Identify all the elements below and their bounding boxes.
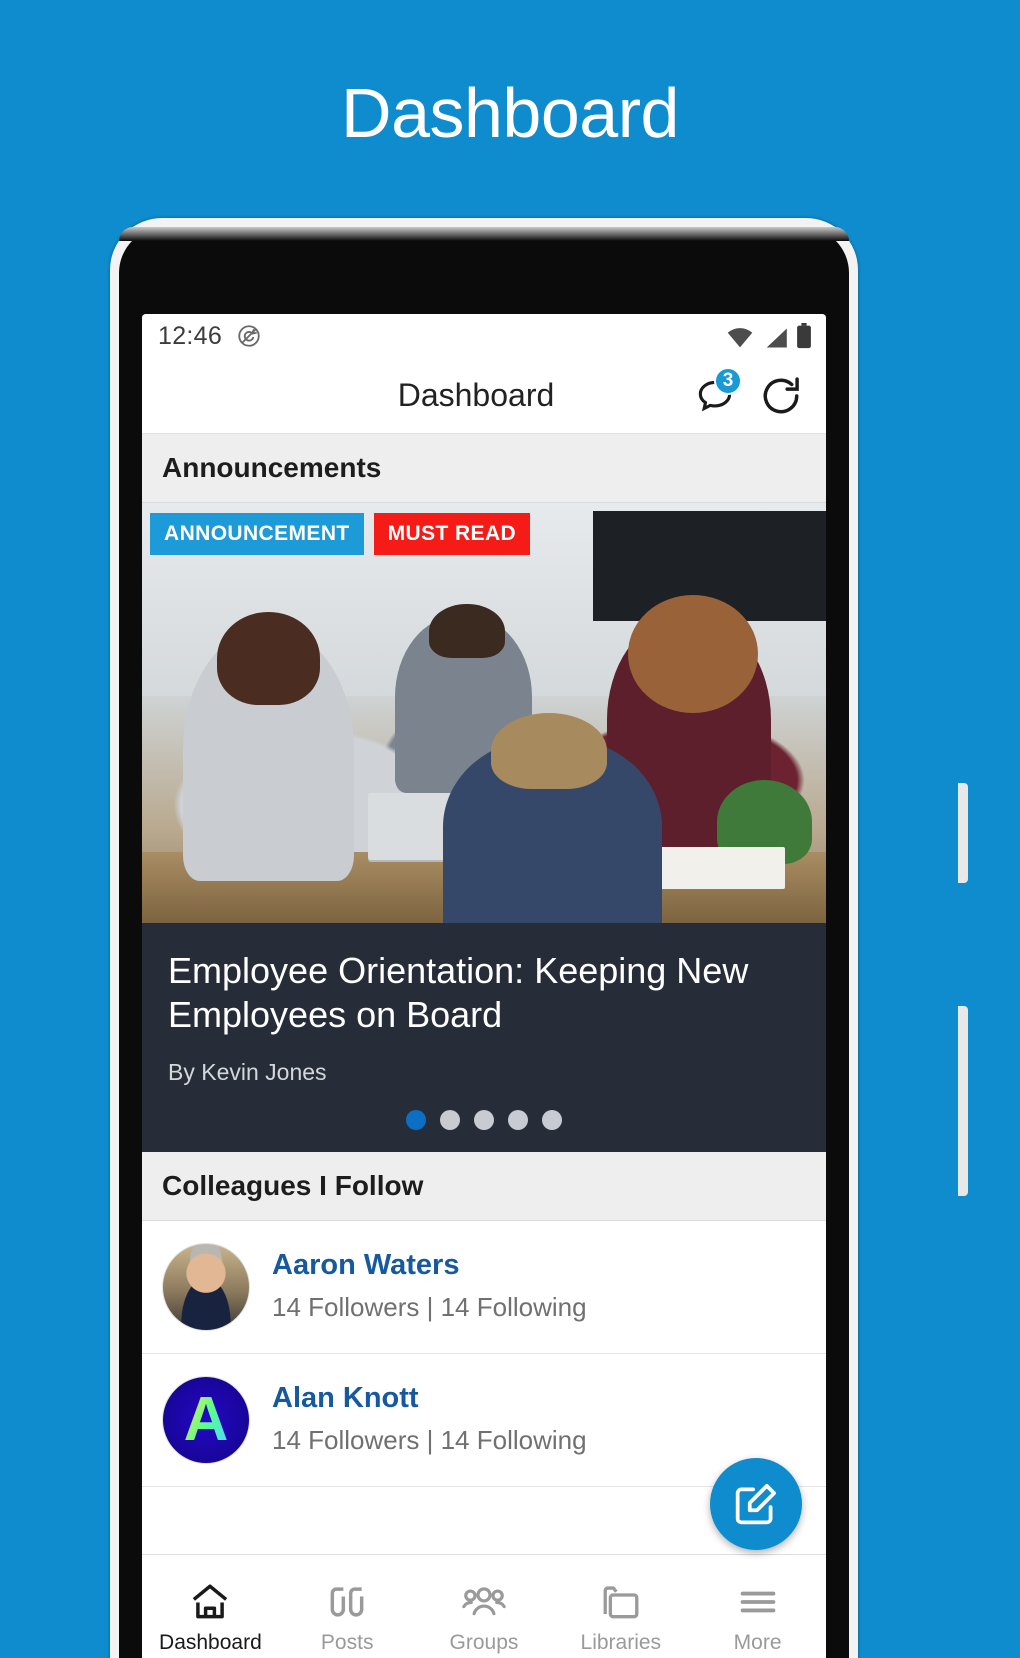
colleague-name[interactable]: Aaron Waters <box>272 1249 587 1282</box>
battery-icon <box>796 323 812 349</box>
carousel-dot[interactable] <box>440 1109 460 1130</box>
avatar <box>162 1375 250 1464</box>
list-item[interactable]: Alan Knott 14 Followers | 14 Following <box>142 1353 826 1487</box>
folders-icon <box>599 1580 643 1624</box>
nav-label: Groups <box>449 1631 519 1654</box>
people-icon <box>461 1580 507 1624</box>
app-bar-title: Dashboard <box>397 377 555 413</box>
colleague-name[interactable]: Alan Knott <box>272 1382 587 1415</box>
status-indicators <box>726 323 812 349</box>
carousel-dot[interactable] <box>542 1109 562 1130</box>
chat-badge: 3 <box>714 366 742 395</box>
announcement-body: Employee Orientation: Keeping New Employ… <box>142 923 826 1086</box>
carousel-pagination[interactable] <box>142 1086 826 1152</box>
page-title: Dashboard <box>341 74 679 152</box>
app-bar: Dashboard 3 <box>142 358 826 434</box>
nav-item-posts[interactable]: Posts <box>279 1580 416 1653</box>
quote-icon <box>325 1580 369 1624</box>
colleague-meta: 14 Followers | 14 Following <box>272 1425 587 1456</box>
hamburger-icon <box>736 1580 780 1624</box>
compose-fab-button[interactable] <box>710 1458 802 1550</box>
colleague-info: Aaron Waters 14 Followers | 14 Following <box>272 1249 587 1323</box>
tag-announcement: ANNOUNCEMENT <box>150 513 364 555</box>
nav-label: Dashboard <box>159 1631 262 1654</box>
colleagues-section-header: Colleagues I Follow <box>142 1151 826 1221</box>
colleague-meta: 14 Followers | 14 Following <box>272 1292 587 1323</box>
status-time: 12:46 <box>158 321 223 350</box>
nav-label: Posts <box>320 1631 374 1654</box>
compose-icon <box>731 1479 781 1529</box>
announcement-image <box>142 503 826 923</box>
home-icon <box>188 1580 232 1624</box>
chat-button[interactable]: 3 <box>692 366 742 419</box>
phone-frame-highlight <box>119 227 849 241</box>
announcement-card[interactable]: ANNOUNCEMENT MUST READ Employee Orientat… <box>142 503 826 1152</box>
announcement-title: Employee Orientation: Keeping New Employ… <box>168 950 749 1035</box>
announcement-author: By Kevin Jones <box>168 1058 327 1085</box>
wifi-icon <box>726 327 754 349</box>
phone-screen: 12:46 Dashboard 3 Announcements ANNOUNCE… <box>142 314 826 1658</box>
app-bar-actions: 3 <box>692 366 812 419</box>
announcement-tags: ANNOUNCEMENT MUST READ <box>150 513 531 555</box>
refresh-icon <box>758 373 804 419</box>
phone-frame: 12:46 Dashboard 3 Announcements ANNOUNCE… <box>110 218 968 1658</box>
nav-item-groups[interactable]: Groups <box>416 1580 553 1653</box>
nav-item-dashboard[interactable]: Dashboard <box>142 1580 279 1653</box>
colleague-info: Alan Knott 14 Followers | 14 Following <box>272 1382 587 1456</box>
nav-label: More <box>733 1631 782 1654</box>
page-root: Dashboard 12:46 Dashboard 3 Announcement… <box>0 0 1020 1658</box>
nav-label: Libraries <box>580 1631 662 1654</box>
bottom-navigation: Dashboard Posts Groups Libraries More <box>142 1554 826 1658</box>
power-button[interactable] <box>958 1006 968 1196</box>
nav-item-more[interactable]: More <box>689 1580 826 1653</box>
refresh-button[interactable] <box>758 373 804 419</box>
carousel-dot[interactable] <box>406 1109 426 1130</box>
tag-must-read: MUST READ <box>373 513 531 555</box>
carousel-dot[interactable] <box>474 1109 494 1130</box>
sync-disabled-icon <box>236 323 262 349</box>
volume-button[interactable] <box>958 783 968 883</box>
list-item[interactable]: Aaron Waters 14 Followers | 14 Following <box>142 1220 826 1354</box>
avatar <box>162 1242 250 1331</box>
announcements-section-header: Announcements <box>142 434 826 503</box>
status-bar: 12:46 <box>142 314 826 358</box>
carousel-dot[interactable] <box>508 1109 528 1130</box>
nav-item-libraries[interactable]: Libraries <box>552 1580 689 1653</box>
signal-icon <box>762 327 788 349</box>
